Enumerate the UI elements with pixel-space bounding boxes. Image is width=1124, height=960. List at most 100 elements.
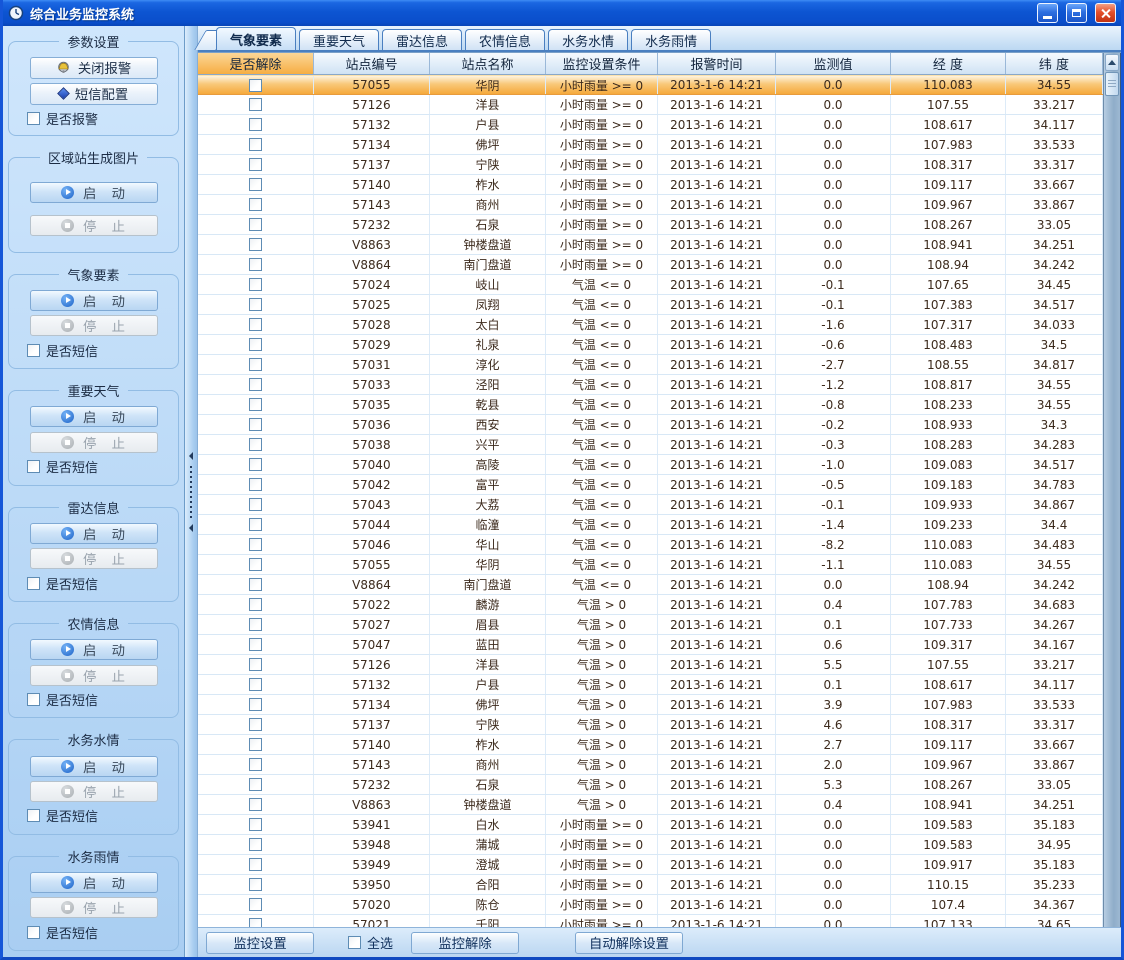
release-checkbox[interactable] [249, 378, 262, 391]
release-checkbox[interactable] [249, 278, 262, 291]
important-weather-stop-button[interactable]: 停 止 [30, 432, 158, 453]
column-header[interactable]: 站点编号 [314, 53, 430, 74]
table-row[interactable]: 57132 户县 气温 > 0 2013-1-6 14:21 0.1 108.6… [198, 675, 1103, 695]
table-row[interactable]: 53949 澄城 小时雨量 >= 0 2013-1-6 14:21 0.0 10… [198, 855, 1103, 875]
close-button[interactable] [1095, 3, 1116, 23]
table-row[interactable]: 57134 佛坪 气温 > 0 2013-1-6 14:21 3.9 107.9… [198, 695, 1103, 715]
table-row[interactable]: V8863 钟楼盘道 小时雨量 >= 0 2013-1-6 14:21 0.0 … [198, 235, 1103, 255]
table-row[interactable]: 57028 太白 气温 <= 0 2013-1-6 14:21 -1.6 107… [198, 315, 1103, 335]
release-checkbox[interactable] [249, 638, 262, 651]
table-row[interactable]: 57042 富平 气温 <= 0 2013-1-6 14:21 -0.5 109… [198, 475, 1103, 495]
table-row[interactable]: 57232 石泉 气温 > 0 2013-1-6 14:21 5.3 108.2… [198, 775, 1103, 795]
table-row[interactable]: 57038 兴平 气温 <= 0 2013-1-6 14:21 -0.3 108… [198, 435, 1103, 455]
column-header[interactable]: 站点名称 [430, 53, 546, 74]
release-checkbox[interactable] [249, 98, 262, 111]
table-row[interactable]: 57025 凤翔 气温 <= 0 2013-1-6 14:21 -0.1 107… [198, 295, 1103, 315]
release-checkbox[interactable] [249, 598, 262, 611]
release-checkbox[interactable] [249, 478, 262, 491]
table-row[interactable]: 57126 洋县 小时雨量 >= 0 2013-1-6 14:21 0.0 10… [198, 95, 1103, 115]
water-level-start-button[interactable]: 启 动 [30, 756, 158, 777]
tab-agriculture-info[interactable]: 农情信息 [465, 29, 545, 50]
table-row[interactable]: 57143 商州 小时雨量 >= 0 2013-1-6 14:21 0.0 10… [198, 195, 1103, 215]
table-row[interactable]: 57020 陈仓 小时雨量 >= 0 2013-1-6 14:21 0.0 10… [198, 895, 1103, 915]
table-row[interactable]: 57137 宁陕 小时雨量 >= 0 2013-1-6 14:21 0.0 10… [198, 155, 1103, 175]
release-checkbox[interactable] [249, 338, 262, 351]
table-row[interactable]: 57047 蓝田 气温 > 0 2013-1-6 14:21 0.6 109.3… [198, 635, 1103, 655]
table-row[interactable]: 57140 柞水 小时雨量 >= 0 2013-1-6 14:21 0.0 10… [198, 175, 1103, 195]
column-header[interactable]: 经 度 [891, 53, 1006, 74]
release-checkbox[interactable] [249, 358, 262, 371]
column-header[interactable]: 报警时间 [658, 53, 776, 74]
vertical-scrollbar[interactable] [1103, 53, 1121, 927]
release-checkbox[interactable] [249, 658, 262, 671]
table-row[interactable]: V8864 南门盘道 气温 <= 0 2013-1-6 14:21 0.0 10… [198, 575, 1103, 595]
table-row[interactable]: 57024 岐山 气温 <= 0 2013-1-6 14:21 -0.1 107… [198, 275, 1103, 295]
table-row[interactable]: 57022 麟游 气温 > 0 2013-1-6 14:21 0.4 107.7… [198, 595, 1103, 615]
tab-water-rain[interactable]: 水务雨情 [631, 29, 711, 50]
release-checkbox[interactable] [249, 918, 262, 927]
table-row[interactable]: 57055 华阴 小时雨量 >= 0 2013-1-6 14:21 0.0 11… [198, 75, 1103, 95]
table-row[interactable]: 57021 千阳 小时雨量 >= 0 2013-1-6 14:21 0.0 10… [198, 915, 1103, 927]
release-checkbox[interactable] [249, 558, 262, 571]
table-row[interactable]: V8864 南门盘道 小时雨量 >= 0 2013-1-6 14:21 0.0 … [198, 255, 1103, 275]
release-checkbox[interactable] [249, 818, 262, 831]
release-checkbox[interactable] [249, 118, 262, 131]
sms-checkbox[interactable] [27, 809, 40, 822]
radar-info-stop-button[interactable]: 停 止 [30, 548, 158, 569]
select-all-checkbox[interactable] [348, 936, 361, 949]
release-checkbox[interactable] [249, 418, 262, 431]
maximize-button[interactable] [1066, 3, 1087, 23]
table-row[interactable]: 57029 礼泉 气温 <= 0 2013-1-6 14:21 -0.6 108… [198, 335, 1103, 355]
table-row[interactable]: 57035 乾县 气温 <= 0 2013-1-6 14:21 -0.8 108… [198, 395, 1103, 415]
table-row[interactable]: 57046 华山 气温 <= 0 2013-1-6 14:21 -8.2 110… [198, 535, 1103, 555]
table-row[interactable]: 57036 西安 气温 <= 0 2013-1-6 14:21 -0.2 108… [198, 415, 1103, 435]
table-row[interactable]: 53950 合阳 小时雨量 >= 0 2013-1-6 14:21 0.0 11… [198, 875, 1103, 895]
table-row[interactable]: 57132 户县 小时雨量 >= 0 2013-1-6 14:21 0.0 10… [198, 115, 1103, 135]
release-checkbox[interactable] [249, 518, 262, 531]
water-rain-stop-button[interactable]: 停 止 [30, 897, 158, 918]
water-level-stop-button[interactable]: 停 止 [30, 781, 158, 802]
table-row[interactable]: 57040 高陵 气温 <= 0 2013-1-6 14:21 -1.0 109… [198, 455, 1103, 475]
agriculture-info-stop-button[interactable]: 停 止 [30, 665, 158, 686]
table-row[interactable]: 57033 泾阳 气温 <= 0 2013-1-6 14:21 -1.2 108… [198, 375, 1103, 395]
table-row[interactable]: 57043 大荔 气温 <= 0 2013-1-6 14:21 -0.1 109… [198, 495, 1103, 515]
region-station-image-start-button[interactable]: 启 动 [30, 182, 158, 203]
tab-water-level[interactable]: 水务水情 [548, 29, 628, 50]
release-checkbox[interactable] [249, 258, 262, 271]
table-row[interactable]: 57027 眉县 气温 > 0 2013-1-6 14:21 0.1 107.7… [198, 615, 1103, 635]
important-weather-start-button[interactable]: 启 动 [30, 406, 158, 427]
release-checkbox[interactable] [249, 878, 262, 891]
release-checkbox[interactable] [249, 498, 262, 511]
table-row[interactable]: 53948 蒲城 小时雨量 >= 0 2013-1-6 14:21 0.0 10… [198, 835, 1103, 855]
table-row[interactable]: 57140 柞水 气温 > 0 2013-1-6 14:21 2.7 109.1… [198, 735, 1103, 755]
release-checkbox[interactable] [249, 738, 262, 751]
table-row[interactable]: 57126 洋县 气温 > 0 2013-1-6 14:21 5.5 107.5… [198, 655, 1103, 675]
table-row[interactable]: 57134 佛坪 小时雨量 >= 0 2013-1-6 14:21 0.0 10… [198, 135, 1103, 155]
close-alarm-button[interactable]: 关闭报警 [30, 57, 158, 79]
column-header[interactable]: 监控设置条件 [546, 53, 658, 74]
monitor-set-button[interactable]: 监控设置 [206, 932, 314, 954]
sms-config-button[interactable]: 短信配置 [30, 83, 158, 105]
table-row[interactable]: 57137 宁陕 气温 > 0 2013-1-6 14:21 4.6 108.3… [198, 715, 1103, 735]
release-checkbox[interactable] [249, 718, 262, 731]
release-checkbox[interactable] [249, 438, 262, 451]
column-header[interactable]: 监测值 [776, 53, 891, 74]
release-checkbox[interactable] [249, 158, 262, 171]
release-checkbox[interactable] [249, 538, 262, 551]
sms-checkbox[interactable] [27, 693, 40, 706]
tab-weather-elements[interactable]: 气象要素 [216, 27, 296, 50]
release-checkbox[interactable] [249, 698, 262, 711]
release-checkbox[interactable] [249, 79, 262, 92]
alarm-enable-checkbox[interactable] [27, 112, 40, 125]
table-row[interactable]: 57044 临潼 气温 <= 0 2013-1-6 14:21 -1.4 109… [198, 515, 1103, 535]
tab-important-weather[interactable]: 重要天气 [299, 29, 379, 50]
release-checkbox[interactable] [249, 298, 262, 311]
radar-info-start-button[interactable]: 启 动 [30, 523, 158, 544]
table-row[interactable]: 57143 商州 气温 > 0 2013-1-6 14:21 2.0 109.9… [198, 755, 1103, 775]
weather-elements-start-button[interactable]: 启 动 [30, 290, 158, 311]
release-checkbox[interactable] [249, 778, 262, 791]
release-checkbox[interactable] [249, 898, 262, 911]
release-checkbox[interactable] [249, 858, 262, 871]
monitor-release-button[interactable]: 监控解除 [411, 932, 519, 954]
scrollbar-thumb[interactable] [1105, 72, 1119, 96]
